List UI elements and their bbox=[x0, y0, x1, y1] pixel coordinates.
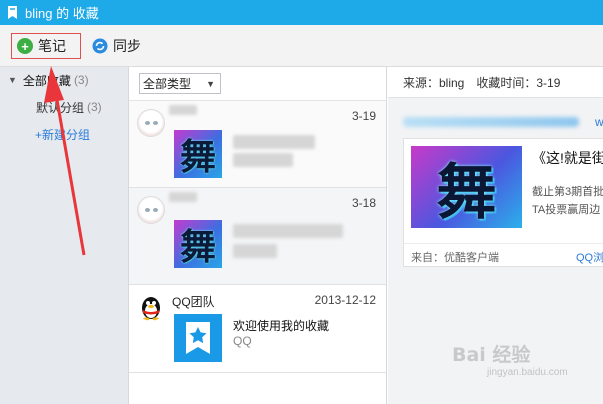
detail-partial-link[interactable]: w bbox=[595, 115, 603, 129]
item-date: 3-19 bbox=[351, 109, 376, 123]
sidebar-item-default-label: 默认分组 bbox=[36, 100, 85, 115]
item-thumbnail: 舞 bbox=[174, 130, 222, 178]
type-filter-dropdown[interactable]: 全部类型 ▼ bbox=[139, 73, 221, 94]
link-preview-card[interactable]: 舞 《这!就是街 截止第3期首批 TA投票赢周边 来自：优酷客户端 QQ浏 bbox=[403, 138, 603, 267]
chevron-down-icon: ▼ bbox=[206, 79, 215, 89]
window-titlebar[interactable]: bling 的 收藏 bbox=[0, 0, 603, 25]
detail-source: 来源：bling bbox=[403, 75, 465, 90]
qq-penguin-avatar bbox=[137, 293, 165, 321]
avatar bbox=[137, 109, 165, 137]
item-date: 3-18 bbox=[351, 196, 376, 210]
blurred-comment bbox=[403, 117, 579, 127]
preview-line: 截止第3期首批 bbox=[532, 186, 603, 198]
sidebar-item-default-group[interactable]: 默认分组 (3) bbox=[0, 96, 102, 118]
sender-name: QQ团队 bbox=[172, 295, 215, 309]
blurred-name bbox=[169, 192, 197, 202]
favorites-app-icon bbox=[174, 314, 222, 362]
list-item[interactable]: 3-18 舞 bbox=[129, 188, 386, 285]
detail-header: 来源：bling 收藏时间：3-19 bbox=[388, 67, 603, 98]
sidebar-item-all-label: 全部收藏 bbox=[22, 73, 71, 88]
bookmark-icon bbox=[8, 6, 17, 19]
watermark-logo: Bai 经验 bbox=[452, 344, 531, 366]
note-button[interactable]: + 笔记 bbox=[11, 33, 81, 59]
blurred-title bbox=[233, 224, 343, 238]
list-item[interactable]: QQ团队 2013-12-12 欢迎使用我的收藏 QQ bbox=[129, 285, 386, 373]
item-subtitle: QQ bbox=[233, 334, 252, 348]
window-title: bling 的 收藏 bbox=[25, 6, 99, 21]
preview-line: TA投票赢周边 bbox=[532, 204, 601, 216]
sync-icon bbox=[92, 38, 108, 54]
open-in-browser-link[interactable]: QQ浏 bbox=[576, 249, 603, 265]
type-filter-value: 全部类型 bbox=[143, 77, 192, 91]
list-item[interactable]: 3-19 舞 bbox=[129, 101, 386, 188]
expand-icon[interactable]: ▼ bbox=[8, 75, 17, 85]
blurred-title bbox=[233, 135, 315, 149]
avatar bbox=[137, 196, 165, 224]
favorites-list: 全部类型 ▼ 3-19 舞 3-18 舞 QQ团队 2013-12-12 欢迎使… bbox=[129, 67, 387, 404]
sidebar-item-all[interactable]: ▼ 全部收藏 (3) bbox=[0, 69, 128, 91]
sidebar-item-default-count: (3) bbox=[87, 100, 102, 114]
preview-thumbnail: 舞 bbox=[411, 146, 522, 228]
item-thumbnail: 舞 bbox=[174, 220, 222, 268]
blurred-subtitle bbox=[233, 153, 293, 167]
blurred-name bbox=[169, 105, 197, 115]
sync-button-label: 同步 bbox=[113, 38, 141, 54]
blurred-subtitle bbox=[233, 244, 277, 258]
sidebar-item-all-count: (3) bbox=[73, 73, 89, 87]
preview-from: 来自：优酷客户端 bbox=[411, 252, 499, 264]
sync-button[interactable]: 同步 bbox=[92, 33, 141, 59]
toolbar: + 笔记 同步 bbox=[0, 25, 603, 67]
add-icon: + bbox=[17, 38, 33, 54]
watermark-url: jingyan.baidu.com bbox=[487, 367, 568, 378]
preview-footer: 来自：优酷客户端 QQ浏 bbox=[404, 243, 603, 267]
item-title: 欢迎使用我的收藏 bbox=[233, 319, 330, 333]
item-date: 2013-12-12 bbox=[314, 293, 376, 307]
detail-time: 收藏时间：3-19 bbox=[476, 75, 561, 90]
note-button-label: 笔记 bbox=[38, 38, 66, 54]
new-group-link[interactable]: +新建分组 bbox=[0, 123, 90, 145]
preview-title: 《这!就是街 bbox=[532, 150, 603, 166]
sidebar: ▼ 全部收藏 (3) 默认分组 (3) +新建分组 bbox=[0, 67, 129, 404]
